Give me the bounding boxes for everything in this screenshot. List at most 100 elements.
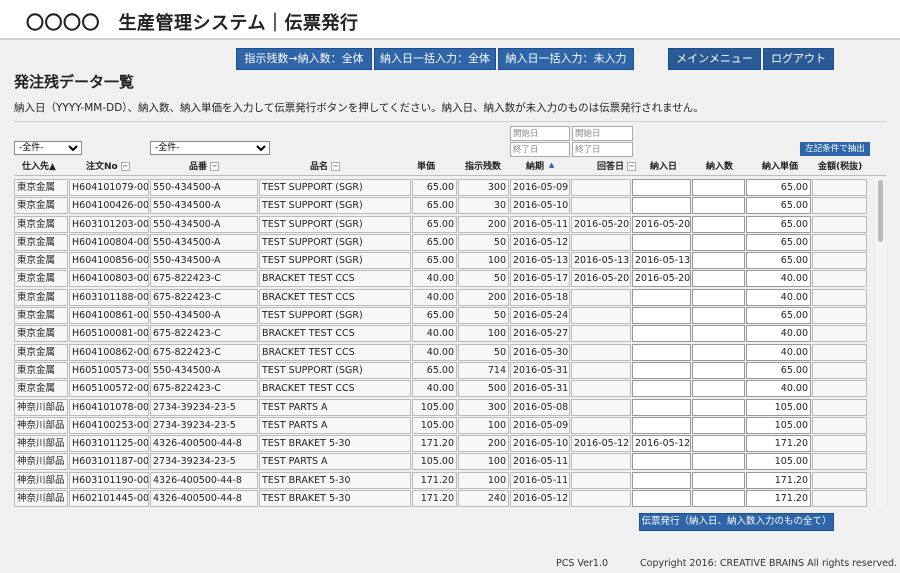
reply-end-date-input[interactable] [572,142,633,157]
cell-delivery-qty[interactable] [692,215,745,233]
cell-part-no: 550-434500-A [150,197,258,215]
due-start-date-input[interactable] [510,126,570,141]
cell-delivery-date[interactable] [632,307,691,325]
sort-icon[interactable]: − [120,162,130,171]
cell-part-name: TEST PARTS A [259,453,411,471]
cell-delivery-qty[interactable] [692,343,745,361]
cell-delivery-date[interactable] [632,416,691,434]
col-supplier-header[interactable]: 仕入先▲ [22,160,56,174]
cell-delivery-price[interactable]: 40.00 [746,270,811,288]
cell-delivery-qty[interactable] [692,416,745,434]
col-order-no-header[interactable]: 注文No − [86,160,130,174]
cell-due-date: 2016-05-09 [510,416,570,434]
due-end-date-input[interactable] [510,142,570,157]
cell-delivery-date[interactable]: 2016-05-20 [632,270,691,288]
cell-delivery-date[interactable] [632,197,691,215]
cell-delivery-qty[interactable] [692,233,745,251]
cell-delivery-price[interactable]: 105.00 [746,453,811,471]
cell-delivery-price[interactable]: 40.00 [746,380,811,398]
cell-part-no: 550-434500-A [150,361,258,379]
sort-icon[interactable]: − [331,162,341,171]
cell-remaining: 240 [458,490,509,508]
cell-delivery-price[interactable]: 105.00 [746,398,811,416]
cell-delivery-price[interactable]: 65.00 [746,179,811,196]
cell-remaining: 200 [458,435,509,453]
cell-delivery-price[interactable]: 65.00 [746,233,811,251]
cell-reply-date [571,179,631,196]
cell-delivery-qty[interactable] [692,380,745,398]
cell-delivery-price[interactable]: 171.20 [746,490,811,508]
cell-delivery-date[interactable] [632,179,691,196]
cell-delivery-qty[interactable] [692,179,745,196]
cell-remaining: 200 [458,215,509,233]
main-menu-button[interactable]: メインメニュー [668,48,761,70]
cell-delivery-price[interactable]: 171.20 [746,471,811,489]
cell-delivery-qty[interactable] [692,252,745,270]
cell-part-name: TEST BRAKET 5-30 [259,435,411,453]
cell-unit-price: 40.00 [412,343,457,361]
cell-delivery-date[interactable]: 2016-05-12 [632,435,691,453]
cell-delivery-qty[interactable] [692,471,745,489]
bulk-date-all-button[interactable]: 納入日一括入力：全体 [374,48,496,70]
cell-reply-date: 2016-05-20 [571,270,631,288]
cell-delivery-price[interactable]: 65.00 [746,215,811,233]
cell-delivery-date[interactable] [632,398,691,416]
table-scrollbar[interactable] [876,178,886,508]
cell-delivery-price[interactable]: 40.00 [746,343,811,361]
cell-delivery-date[interactable] [632,233,691,251]
logout-button[interactable]: ログアウト [763,48,834,70]
cell-part-no: 4326-400500-44-8 [150,471,258,489]
cell-supplier: 神奈川部品 [14,490,68,508]
bulk-date-empty-button[interactable]: 納入日一括入力：未入力 [498,48,634,70]
cell-delivery-price[interactable]: 40.00 [746,288,811,306]
cell-delivery-qty[interactable] [692,361,745,379]
cell-amount [812,361,867,379]
cell-delivery-qty[interactable] [692,307,745,325]
cell-delivery-date[interactable] [632,343,691,361]
cell-delivery-date[interactable] [632,490,691,508]
supplier-filter-select[interactable]: -全件- [14,141,82,155]
cell-delivery-price[interactable]: 65.00 [746,197,811,215]
reply-start-date-input[interactable] [572,126,633,141]
cell-unit-price: 40.00 [412,325,457,343]
cell-delivery-price[interactable]: 40.00 [746,325,811,343]
cell-delivery-price[interactable]: 65.00 [746,252,811,270]
col-due-date-header[interactable]: 納期 ▲ [526,160,556,174]
scrollbar-thumb[interactable] [878,180,883,242]
cell-delivery-date[interactable] [632,471,691,489]
cell-reply-date [571,233,631,251]
sort-icon[interactable]: − [210,162,220,171]
cell-delivery-qty[interactable] [692,398,745,416]
issue-slip-button[interactable]: 伝票発行（納入日、納入数入力のもの全て） [639,513,834,531]
cell-delivery-qty[interactable] [692,453,745,471]
cell-delivery-date[interactable] [632,361,691,379]
cell-delivery-date[interactable] [632,288,691,306]
cell-delivery-date[interactable] [632,453,691,471]
cell-delivery-date[interactable]: 2016-05-13 [632,252,691,270]
cell-delivery-date[interactable] [632,380,691,398]
cell-delivery-qty[interactable] [692,288,745,306]
cell-delivery-price[interactable]: 65.00 [746,307,811,325]
sort-icon[interactable]: − [627,162,637,171]
cell-delivery-qty[interactable] [692,435,745,453]
cell-delivery-qty[interactable] [692,270,745,288]
table-row: 東京金属 H604101079-00 550-434500-A TEST SUPPOR… [14,178,886,196]
cell-delivery-price[interactable]: 65.00 [746,361,811,379]
col-part-no-header[interactable]: 品番 − [189,160,220,174]
col-part-name-header[interactable]: 品名 − [310,160,341,174]
cell-delivery-price[interactable]: 105.00 [746,416,811,434]
cell-delivery-qty[interactable] [692,325,745,343]
cell-delivery-price[interactable]: 171.20 [746,435,811,453]
copy-remaining-button[interactable]: 指示残数→納入数：全体 [236,48,372,70]
sort-up-icon[interactable]: ▲ [547,162,556,171]
cell-amount [812,453,867,471]
col-reply-date-header[interactable]: 回答日 − [597,160,637,174]
cell-supplier: 神奈川部品 [14,435,68,453]
cell-delivery-qty[interactable] [692,197,745,215]
cell-delivery-date[interactable]: 2016-05-20 [632,215,691,233]
cell-part-no: 675-822423-C [150,325,258,343]
extract-button[interactable]: 左記条件で抽出 [800,142,870,156]
cell-delivery-date[interactable] [632,325,691,343]
cell-delivery-qty[interactable] [692,490,745,508]
part-filter-select[interactable]: -全件- [150,141,270,155]
